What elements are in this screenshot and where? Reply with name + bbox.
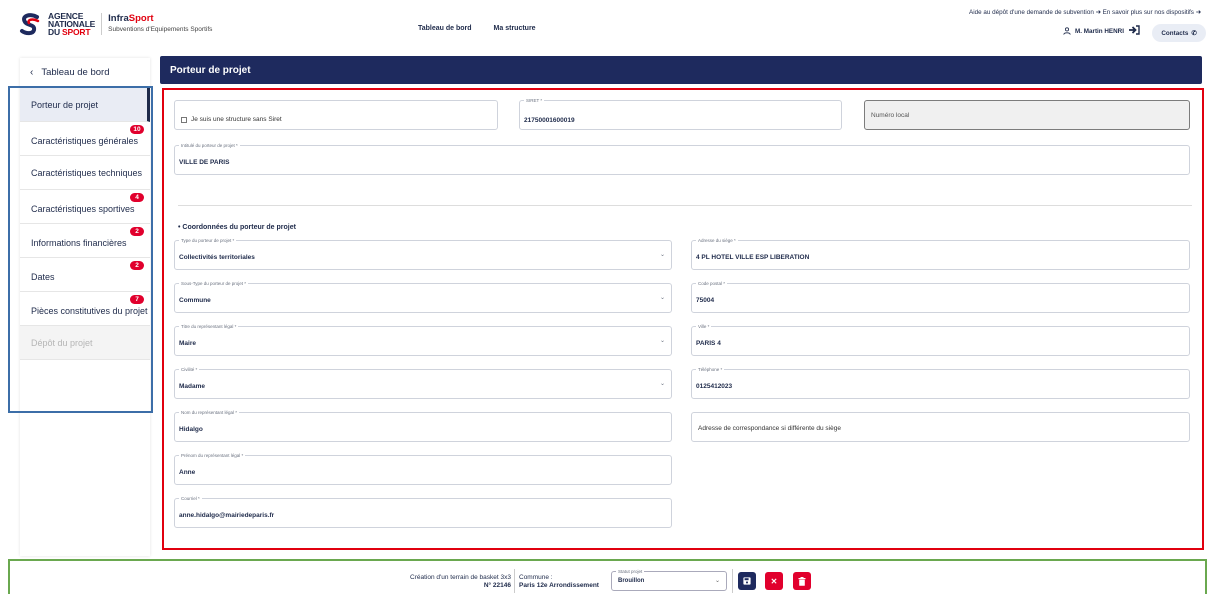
titre-representant-select[interactable]: Titre du représentant légal * Maire ⌄	[174, 324, 672, 356]
prenom-representant-field[interactable]: Prénom du représentant légal * Anne	[174, 453, 672, 485]
page-title: Porteur de projet	[160, 56, 1202, 84]
footer-divider	[732, 569, 733, 593]
sidebar-highlight-frame	[8, 86, 153, 413]
trash-icon	[798, 576, 806, 586]
logo-text: AGENCE NATIONALE DU SPORT	[48, 11, 96, 37]
help-link-subvention[interactable]: Aide au dépôt d'une demande de subventio…	[969, 9, 1094, 16]
project-footer-bar: Création d'un terrain de basket 3x3 N° 2…	[8, 559, 1207, 594]
sidebar: ‹ Tableau de bord Porteur de projet 10 C…	[8, 58, 153, 556]
save-button[interactable]	[738, 572, 756, 590]
section-divider	[178, 205, 1192, 206]
top-bar: AGENCE NATIONALE DU SPORT InfraSport Sub…	[0, 0, 1209, 50]
chevron-down-icon: ⌄	[659, 252, 665, 258]
brand-divider	[101, 13, 103, 35]
arrow-right-icon: ➜	[1195, 9, 1201, 16]
intitule-field[interactable]: Intitulé du porteur de projet * VILLE DE…	[174, 143, 1190, 175]
chevron-down-icon: ⌄	[714, 578, 720, 584]
nav-tableau-de-bord[interactable]: Tableau de bord	[418, 25, 472, 32]
chevron-left-icon: ‹	[30, 67, 34, 78]
chevron-down-icon: ⌄	[659, 295, 665, 301]
numero-local-field: Numéro local	[864, 100, 1190, 130]
phone-icon: ✆	[1191, 29, 1197, 37]
civilite-select[interactable]: Civilité * Madame ⌄	[174, 367, 672, 399]
chevron-down-icon: ⌄	[659, 338, 665, 344]
logout-icon[interactable]	[1128, 25, 1140, 38]
form-area: Je suis une structure sans Siret SIRET *…	[162, 88, 1204, 550]
help-links: Aide au dépôt d'une demande de subventio…	[969, 9, 1201, 16]
close-icon: ✕	[770, 576, 778, 586]
ans-logo-icon	[18, 12, 42, 36]
footer-divider	[514, 569, 515, 593]
help-link-dispositifs[interactable]: En savoir plus sur nos dispositifs	[1103, 9, 1194, 16]
user-menu[interactable]: M. Martin HENRI	[1063, 27, 1124, 35]
contacts-button[interactable]: Contacts ✆	[1152, 24, 1206, 42]
logo[interactable]: AGENCE NATIONALE DU SPORT InfraSport Sub…	[18, 12, 212, 36]
ville-field[interactable]: Ville * PARIS 4	[691, 324, 1190, 356]
courriel-field[interactable]: Courriel * anne.hidalgo@mairiedeparis.fr	[174, 496, 672, 528]
save-icon	[743, 577, 751, 585]
sous-type-porteur-select[interactable]: Sous-Type du porteur de projet * Commune…	[174, 281, 672, 313]
siret-field[interactable]: SIRET * 21750001600019	[519, 98, 842, 130]
user-icon	[1063, 27, 1071, 35]
code-postal-field[interactable]: Code postal * 75004	[691, 281, 1190, 313]
nav-ma-structure[interactable]: Ma structure	[494, 25, 536, 32]
project-info: Création d'un terrain de basket 3x3 N° 2…	[410, 574, 511, 589]
user-name: M. Martin HENRI	[1075, 27, 1124, 35]
checkbox-icon	[181, 116, 187, 123]
top-nav: Tableau de bord Ma structure	[418, 25, 536, 32]
type-porteur-select[interactable]: Type du porteur de projet * Collectivité…	[174, 238, 672, 270]
adresse-correspondance-field[interactable]: Adresse de correspondance si différente …	[691, 412, 1190, 442]
cancel-button[interactable]: ✕	[765, 572, 783, 590]
chevron-down-icon: ⌄	[659, 381, 665, 387]
back-to-dashboard[interactable]: ‹ Tableau de bord	[20, 58, 150, 88]
delete-button[interactable]	[793, 572, 811, 590]
telephone-field[interactable]: Téléphone * 0125412023	[691, 367, 1190, 399]
arrow-right-icon: ➜	[1095, 9, 1103, 16]
adresse-siege-field[interactable]: Adresse du siège * 4 PL HOTEL VILLE ESP …	[691, 238, 1190, 270]
nom-representant-field[interactable]: Nom du représentant légal * Hidalgo	[174, 410, 672, 442]
no-siret-box: Je suis une structure sans Siret	[174, 100, 498, 130]
no-siret-checkbox[interactable]: Je suis une structure sans Siret	[181, 116, 282, 123]
infrasport-brand: InfraSport Subventions d'Equipements Spo…	[108, 13, 213, 33]
section-title: • Coordonnées du porteur de projet	[178, 224, 296, 231]
statut-projet-select[interactable]: Statut projet Brouillon ⌄	[611, 569, 727, 591]
commune-info: Commune : Paris 12e Arrondissement	[519, 574, 599, 589]
